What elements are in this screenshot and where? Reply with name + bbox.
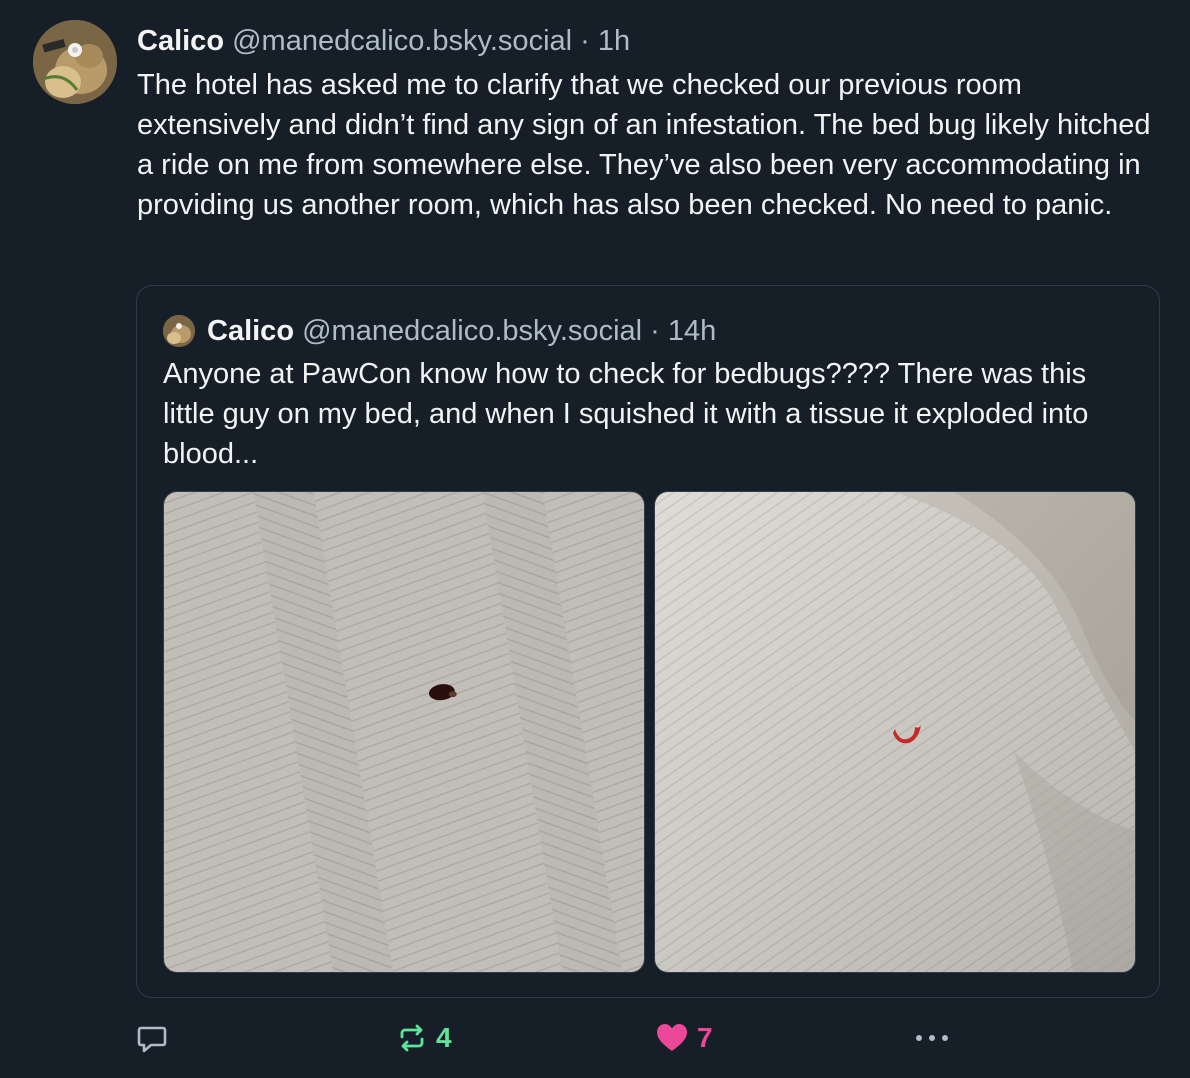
more-options-button[interactable] <box>912 1020 952 1056</box>
quoted-post-text: Anyone at PawCon know how to check for b… <box>163 358 1089 470</box>
blood-stain-photo[interactable] <box>654 491 1136 973</box>
quoted-author-name: Calico <box>207 315 295 347</box>
bedbug-photo[interactable] <box>163 491 645 973</box>
author-avatar[interactable] <box>33 20 117 104</box>
post-time[interactable]: · 1h <box>580 25 630 57</box>
quoted-author-avatar <box>163 315 195 347</box>
quoted-author-handle: @manedcalico.bsky.social <box>302 315 643 347</box>
author-name[interactable]: Calico <box>137 25 224 57</box>
like-count: 7 <box>697 1022 713 1053</box>
quoted-post-header: Calico @manedcalico.bsky.social · 14h <box>207 312 716 350</box>
reply-button[interactable] <box>136 1020 176 1056</box>
post-text: The hotel has asked me to clarify that w… <box>137 69 1151 221</box>
reply-icon <box>136 1022 168 1054</box>
quoted-post-time: · 14h <box>650 315 717 347</box>
heart-icon <box>655 1022 689 1054</box>
repost-button[interactable]: 4 <box>396 1020 452 1056</box>
post[interactable]: Calico @manedcalico.bsky.social · 1h The… <box>0 0 1190 1078</box>
repost-icon <box>396 1022 428 1054</box>
quoted-post[interactable]: Calico @manedcalico.bsky.social · 14h An… <box>136 285 1160 998</box>
like-button[interactable]: 7 <box>655 1020 713 1056</box>
ellipsis-icon <box>912 1022 952 1054</box>
post-actions: 4 7 <box>0 1010 1190 1070</box>
author-handle[interactable]: @manedcalico.bsky.social <box>232 25 572 57</box>
post-header: Calico @manedcalico.bsky.social · 1h <box>137 22 630 60</box>
repost-count: 4 <box>436 1022 452 1053</box>
